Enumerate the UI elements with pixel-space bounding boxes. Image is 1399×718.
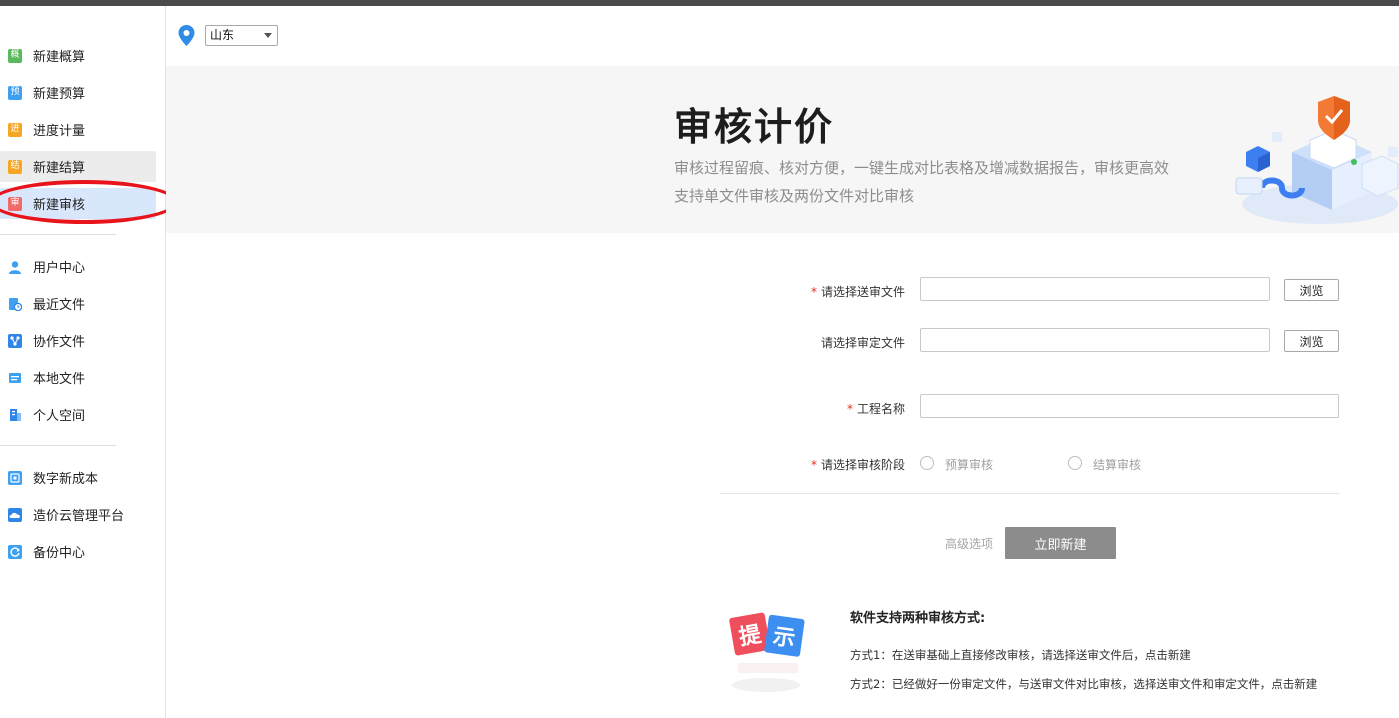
sidebar-item-label: 新建结算	[33, 161, 86, 176]
shen-badge-icon: 审	[8, 196, 22, 211]
audit-stage-label: * 请选择审核阶段	[810, 458, 905, 472]
approved-file-input[interactable]	[920, 328, 1270, 352]
browse-approved-file-button[interactable]: 浏览	[1284, 330, 1339, 352]
budget-audit-radio[interactable]	[920, 456, 934, 470]
project-name-label: * 工程名称	[846, 402, 905, 416]
region-select[interactable]: 山东	[205, 25, 278, 46]
tip-icon: 提 示	[729, 612, 805, 692]
sidebar-item-label: 新建概算	[33, 50, 86, 65]
advanced-options-link[interactable]: 高级选项	[945, 535, 993, 552]
audit-isometric-illustration	[1235, 96, 1399, 224]
project-name-input[interactable]	[920, 394, 1339, 418]
jin-badge-icon: 进	[8, 122, 22, 137]
chevron-down-icon	[264, 33, 272, 38]
sidebar-item-label: 新建预算	[33, 87, 86, 102]
sidebar-item-label: 本地文件	[33, 372, 86, 387]
sidebar-item-backup-center[interactable]: 备份中心	[0, 536, 156, 567]
settlement-audit-radio[interactable]	[1068, 456, 1082, 470]
form-divider	[720, 493, 1339, 494]
tip-icon-char-2: 示	[771, 624, 796, 652]
sidebar-item-local-files[interactable]: 本地文件	[0, 362, 156, 393]
banner-subtitle-line1: 审核过程留痕、核对方便，一键生成对比表格及增减数据报告，审核更高效	[674, 159, 1170, 177]
required-mark: *	[810, 458, 817, 472]
sidebar-item-recent-files[interactable]: 最近文件	[0, 288, 156, 319]
window-top-bar	[0, 0, 1399, 6]
submit-file-label: * 请选择送审文件	[810, 285, 905, 299]
sidebar-item-user-center[interactable]: 用户中心	[0, 251, 156, 282]
tip-title: 软件支持两种审核方式:	[850, 611, 986, 626]
recent-file-icon	[8, 297, 22, 311]
settlement-audit-label: 结算审核	[1093, 458, 1142, 472]
sidebar-item-label: 个人空间	[33, 409, 86, 424]
sidebar-item-collab-files[interactable]: 协作文件	[0, 325, 156, 356]
sidebar-item-label: 新建审核	[33, 198, 86, 213]
banner-title: 审核计价	[674, 105, 835, 149]
user-icon	[8, 260, 22, 274]
sidebar-item-label: 进度计量	[33, 124, 86, 139]
sidebar-item-progress-measure[interactable]: 进 进度计量	[0, 114, 156, 145]
sidebar-item-new-budget[interactable]: 预 新建预算	[0, 77, 156, 108]
sidebar-item-cloud-platform[interactable]: 造价云管理平台	[0, 499, 156, 530]
personal-space-icon	[8, 408, 22, 422]
submit-file-input[interactable]	[920, 277, 1270, 301]
location-pin-icon	[178, 25, 195, 46]
digital-cost-icon	[8, 470, 22, 485]
browse-submit-file-button[interactable]: 浏览	[1284, 279, 1339, 301]
collab-file-icon	[8, 333, 22, 348]
local-file-icon	[8, 371, 22, 385]
sidebar-item-label: 最近文件	[33, 298, 86, 313]
sidebar-item-personal-space[interactable]: 个人空间	[0, 399, 156, 430]
sidebar-item-new-estimate[interactable]: 概 新建概算	[0, 40, 156, 71]
approved-file-label: 请选择审定文件	[820, 336, 905, 350]
tip-method-2: 方式2：已经做好一份审定文件，与送审文件对比审核，选择送审文件和审定文件，点击新…	[850, 677, 1318, 691]
sidebar-item-label: 用户中心	[33, 261, 86, 276]
sidebar-divider	[0, 234, 116, 235]
tip-method-1: 方式1：在送审基础上直接修改审核，请选择送审文件后，点击新建	[850, 648, 1191, 662]
required-mark: *	[846, 402, 853, 416]
required-mark: *	[810, 285, 817, 299]
budget-audit-label: 预算审核	[945, 458, 994, 472]
cloud-platform-icon	[8, 507, 22, 522]
backup-icon	[8, 544, 22, 559]
sidebar-item-label: 造价云管理平台	[33, 509, 125, 524]
sidebar: 概 新建概算 预 新建预算 进 进度计量 结 新建结算 审 新建审核 用户中心 …	[0, 6, 166, 718]
sidebar-item-new-audit[interactable]: 审 新建审核	[0, 188, 156, 219]
region-select-value: 山东	[210, 28, 235, 42]
gai-badge-icon: 概	[8, 48, 22, 63]
sidebar-item-label: 协作文件	[33, 335, 86, 350]
jie-badge-icon: 结	[8, 159, 22, 174]
sidebar-divider	[0, 445, 116, 446]
sidebar-item-new-settlement[interactable]: 结 新建结算	[0, 151, 156, 182]
sidebar-item-label: 备份中心	[33, 546, 86, 561]
sidebar-item-digital-cost[interactable]: 数字新成本	[0, 462, 156, 493]
yu-badge-icon: 预	[8, 85, 22, 100]
sidebar-item-label: 数字新成本	[33, 472, 99, 487]
banner-subtitle-line2: 支持单文件审核及两份文件对比审核	[674, 187, 915, 205]
create-now-button[interactable]: 立即新建	[1005, 527, 1116, 559]
